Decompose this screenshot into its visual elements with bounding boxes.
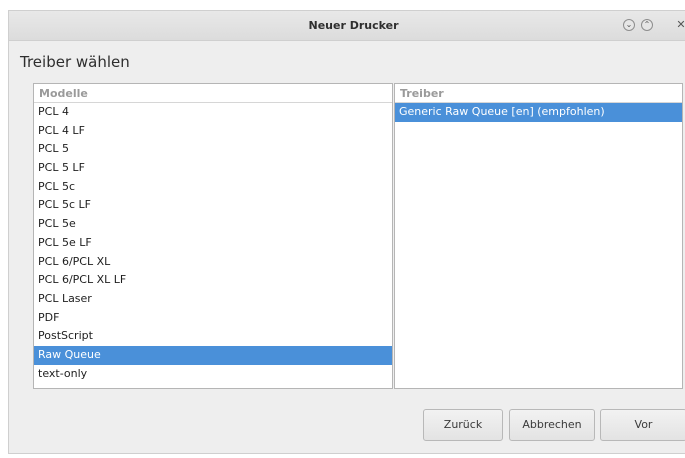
drivers-list[interactable]: Treiber Generic Raw Queue [en] (empfohle… — [394, 83, 683, 389]
model-list-item[interactable]: PCL 5 LF — [34, 159, 392, 178]
window-title: Neuer Drucker — [308, 19, 399, 32]
models-list[interactable]: Modelle PCL 4 PCL 4 LF PCL 5 PCL 5 LF PCL 5c… — [33, 83, 393, 389]
page-title: Treiber wählen — [20, 53, 130, 71]
model-list-item[interactable]: PCL 5c — [34, 178, 392, 197]
model-list-item[interactable]: PostScript — [34, 327, 392, 346]
model-list-item[interactable]: PCL 6/PCL XL LF — [34, 271, 392, 290]
model-list-item[interactable]: PCL Laser — [34, 290, 392, 309]
models-rows: PCL 4 PCL 4 LF PCL 5 PCL 5 LF PCL 5c PCL 5c L… — [34, 103, 392, 383]
model-list-item[interactable]: text-only — [34, 365, 392, 384]
dialog-window: Neuer Drucker ⌄ ⌃ ✕ Treiber wählen Model… — [8, 10, 685, 454]
maximize-icon[interactable]: ⌃ — [641, 19, 653, 31]
title-bar[interactable]: Neuer Drucker ⌄ ⌃ ✕ — [9, 11, 685, 41]
model-list-item[interactable]: PCL 6/PCL XL — [34, 253, 392, 272]
model-list-item[interactable]: PCL 5e — [34, 215, 392, 234]
model-list-item[interactable]: PCL 4 — [34, 103, 392, 122]
drivers-rows: Generic Raw Queue [en] (empfohlen) — [395, 103, 682, 122]
model-list-item[interactable]: PDF — [34, 309, 392, 328]
model-list-item[interactable]: PCL 5 — [34, 140, 392, 159]
drivers-column-header[interactable]: Treiber — [395, 84, 682, 103]
close-icon[interactable]: ✕ — [675, 19, 685, 31]
models-column-header[interactable]: Modelle — [34, 84, 392, 103]
back-button[interactable]: Zurück — [423, 409, 503, 441]
model-list-item[interactable]: PCL 5e LF — [34, 234, 392, 253]
model-list-item[interactable]: PCL 4 LF — [34, 122, 392, 141]
model-list-item[interactable]: Raw Queue — [34, 345, 392, 365]
minimize-icon[interactable]: ⌄ — [623, 19, 635, 31]
next-button[interactable]: Vor — [600, 409, 685, 441]
cancel-button[interactable]: Abbrechen — [509, 409, 595, 441]
model-list-item[interactable]: PCL 5c LF — [34, 196, 392, 215]
driver-list-item[interactable]: Generic Raw Queue [en] (empfohlen) — [395, 103, 682, 122]
